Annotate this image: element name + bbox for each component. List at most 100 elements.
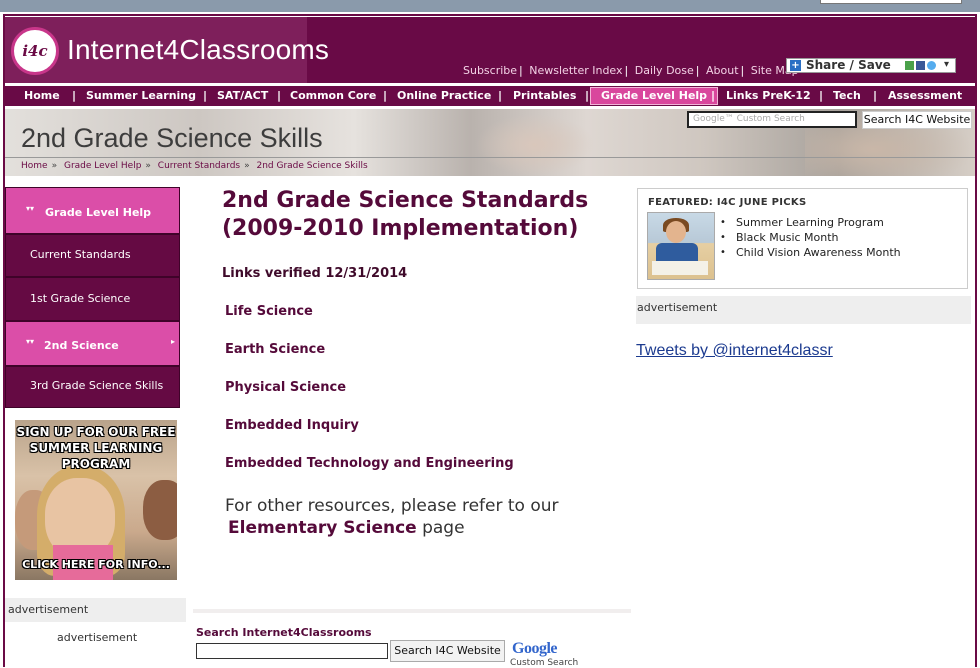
sidebar-item-label: Grade Level Help xyxy=(45,206,152,219)
breadcrumb-current-standards[interactable]: Current Standards xyxy=(158,161,240,171)
promo-photo-child xyxy=(143,480,177,540)
link-earth-science[interactable]: Earth Science xyxy=(225,342,325,357)
featured-picks-box: FEATURED: I4C JUNE PICKS Summer Learning… xyxy=(637,188,968,289)
sidebar-advertisement-label: advertisement xyxy=(5,598,186,622)
site-search-input[interactable]: Google™ Custom Search xyxy=(687,111,857,128)
nav-links-prek-12[interactable]: Links PreK-12 xyxy=(726,86,811,106)
nav-tech[interactable]: Tech xyxy=(833,86,861,106)
page-title: 2nd Grade Science Skills xyxy=(21,123,323,153)
nav-separator: | xyxy=(498,89,503,102)
featured-item-black-music-month[interactable]: Black Music Month xyxy=(720,230,901,245)
nav-common-core[interactable]: Common Core xyxy=(290,86,376,106)
link-physical-science[interactable]: Physical Science xyxy=(225,380,346,395)
nav-separator: | xyxy=(585,89,590,102)
sidebar-item-2nd-science[interactable]: ▾▾ 2nd Science ▸ xyxy=(5,321,180,366)
nav-sat-act[interactable]: SAT/ACT xyxy=(217,86,268,106)
nav-grade-level-help[interactable]: Grade Level Help xyxy=(590,87,719,105)
double-chevron-down-icon: ▾▾ xyxy=(26,204,35,213)
chevron-right-icon: ▸ xyxy=(170,337,175,346)
plus-icon: + xyxy=(790,60,801,71)
top-link-subscribe[interactable]: Subscribe xyxy=(463,64,517,77)
sidebar-item-label: 2nd Science xyxy=(44,339,119,352)
site-header: i4c Internet4Classrooms Subscribe | Newsl… xyxy=(5,17,975,83)
featured-item-child-vision[interactable]: Child Vision Awareness Month xyxy=(720,245,901,260)
bottom-search-input[interactable] xyxy=(196,643,388,659)
banner-photo xyxy=(475,114,595,176)
google-logo-text: Google xyxy=(512,640,558,657)
main-nav: Home | Summer Learning | SAT/ACT | Commo… xyxy=(5,86,975,106)
sidebar-item-label: 1st Grade Science xyxy=(30,292,131,305)
featured-image-detail xyxy=(652,261,708,275)
featured-list: Summer Learning Program Black Music Mont… xyxy=(720,215,901,260)
share-label: Share / Save xyxy=(806,58,891,72)
banner-rule xyxy=(5,157,975,158)
link-elementary-science[interactable]: Elementary Science xyxy=(225,518,417,538)
facebook-icon xyxy=(916,61,925,70)
other-resources-suffix: page xyxy=(422,518,465,538)
links-verified-note: Links verified 12/31/2014 xyxy=(222,266,408,281)
nav-separator: | xyxy=(277,89,282,102)
separator: | xyxy=(695,64,700,77)
nav-separator: | xyxy=(383,89,388,102)
site-name: Internet4Classrooms xyxy=(67,34,330,65)
breadcrumb-separator: » xyxy=(145,161,151,171)
nav-online-practice[interactable]: Online Practice xyxy=(397,86,491,106)
email-share-icon xyxy=(905,61,914,70)
summer-learning-promo[interactable]: SIGN UP FOR OUR FREE SUMMER LEARNING PRO… xyxy=(15,420,177,580)
nav-printables[interactable]: Printables xyxy=(513,86,576,106)
page-banner: 2nd Grade Science Skills Home» Grade Lev… xyxy=(5,109,975,176)
other-resources-text: For other resources, please refer to our… xyxy=(225,495,605,539)
featured-image-detail xyxy=(666,221,686,243)
breadcrumb-home[interactable]: Home xyxy=(21,161,48,171)
separator: | xyxy=(740,64,745,77)
breadcrumb-separator: » xyxy=(51,161,58,171)
nav-separator: | xyxy=(203,89,208,102)
breadcrumb-current-page: 2nd Grade Science Skills xyxy=(256,161,368,171)
link-life-science[interactable]: Life Science xyxy=(225,304,313,319)
site-search-button[interactable]: Search I4C Website xyxy=(862,111,972,129)
main-heading: 2nd Grade Science Standards (2009-2010 I… xyxy=(222,188,589,241)
other-resources-prefix: For other resources, please refer to our xyxy=(225,496,559,516)
bottom-search-button[interactable]: Search I4C Website xyxy=(390,640,505,662)
nav-summer-learning[interactable]: Summer Learning xyxy=(86,86,196,106)
top-link-newsletter-index[interactable]: Newsletter Index xyxy=(529,64,622,77)
share-save-button[interactable]: + Share / Save ▾ xyxy=(786,58,956,73)
nav-assessment[interactable]: Assessment xyxy=(888,86,962,106)
right-advertisement-label: advertisement xyxy=(636,296,971,324)
bottom-search-label: Search Internet4Classrooms xyxy=(196,626,372,639)
sidebar-item-current-standards[interactable]: Current Standards xyxy=(5,234,180,277)
featured-image xyxy=(647,212,715,280)
sidebar-item-label: Current Standards xyxy=(30,248,131,261)
separator: | xyxy=(624,64,629,77)
nav-separator: | xyxy=(873,89,878,102)
featured-item-summer-learning[interactable]: Summer Learning Program xyxy=(720,215,901,230)
top-link-daily-dose[interactable]: Daily Dose xyxy=(635,64,694,77)
sidebar-item-1st-grade-science[interactable]: 1st Grade Science xyxy=(5,277,180,321)
link-embedded-technology-engineering[interactable]: Embedded Technology and Engineering xyxy=(225,456,514,471)
breadcrumb: Home» Grade Level Help» Current Standard… xyxy=(21,161,368,171)
logo[interactable]: i4c Internet4Classrooms xyxy=(5,17,329,83)
double-chevron-down-icon: ▾▾ xyxy=(26,337,35,346)
top-link-about[interactable]: About xyxy=(706,64,739,77)
sidebar-advertisement: advertisement xyxy=(57,631,138,644)
nav-separator: | xyxy=(819,89,824,102)
twitter-icon xyxy=(927,61,936,70)
nav-separator: | xyxy=(72,89,77,102)
promo-headline: SIGN UP FOR OUR FREE SUMMER LEARNING PRO… xyxy=(16,425,176,471)
browser-top-strip xyxy=(0,0,980,12)
nav-home[interactable]: Home xyxy=(24,86,60,106)
sidebar-item-3rd-grade-science-skills[interactable]: 3rd Grade Science Skills xyxy=(5,366,180,408)
sidebar-item-grade-level-help[interactable]: ▾▾ Grade Level Help xyxy=(5,187,180,234)
google-logo: Google xyxy=(512,640,558,658)
link-embedded-inquiry[interactable]: Embedded Inquiry xyxy=(225,418,359,433)
top-strip-input[interactable] xyxy=(820,0,962,4)
sidebar-item-label: 3rd Grade Science Skills xyxy=(30,379,164,392)
top-links: Subscribe | Newsletter Index | Daily Dose |… xyxy=(463,64,799,77)
featured-heading: FEATURED: I4C JUNE PICKS xyxy=(648,197,807,208)
tweets-link[interactable]: Tweets by @internet4classr xyxy=(636,342,833,360)
logo-short-text: i4c xyxy=(22,42,48,60)
chevron-down-icon: ▾ xyxy=(944,59,950,70)
breadcrumb-grade-level-help[interactable]: Grade Level Help xyxy=(64,161,141,171)
separator: | xyxy=(519,64,523,77)
breadcrumb-separator: » xyxy=(244,161,250,171)
